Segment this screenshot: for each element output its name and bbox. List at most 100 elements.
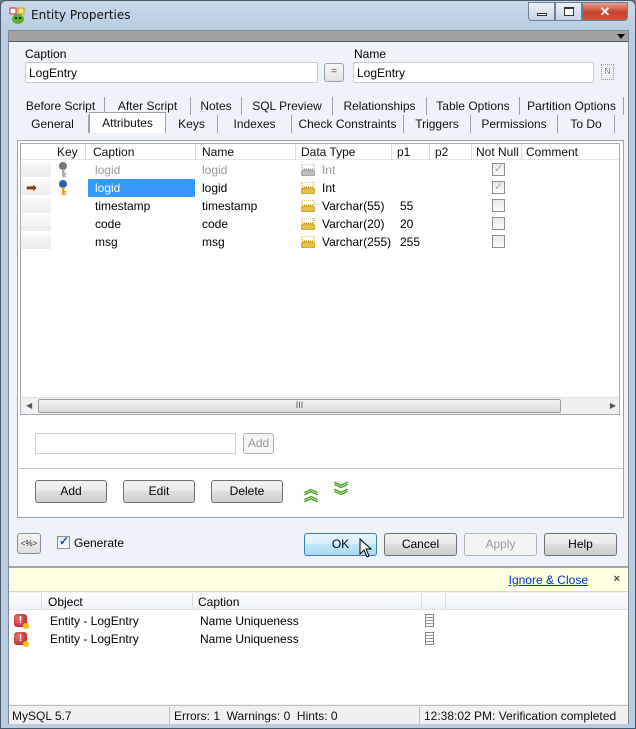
maximize-button[interactable] <box>555 2 582 21</box>
quick-add-input[interactable] <box>35 433 236 454</box>
minimize-button[interactable] <box>528 2 555 21</box>
column-header-not-null[interactable]: Not Null <box>476 145 519 159</box>
move-up-icon[interactable]: ︽ ︽ <box>304 482 318 503</box>
attribute-p1-cell[interactable]: 20 <box>400 217 413 231</box>
attribute-row[interactable]: timestamp timestamp Varchar(55) 55 <box>21 197 619 215</box>
dropdown-arrow-icon[interactable] <box>617 34 625 39</box>
attribute-name-cell[interactable]: logid <box>202 181 227 195</box>
help-button[interactable]: Help <box>544 533 617 556</box>
details-document-icon[interactable] <box>425 632 434 645</box>
attribute-row[interactable]: logid logid Int <box>21 161 619 179</box>
column-header-caption[interactable]: Caption <box>198 595 239 609</box>
tab-partition-options[interactable]: Partition Options <box>520 97 624 115</box>
edit-attribute-button[interactable]: Edit <box>123 480 195 503</box>
attribute-name-cell[interactable]: msg <box>202 235 225 249</box>
attribute-caption-cell[interactable]: code <box>95 217 121 231</box>
details-document-icon[interactable] <box>425 614 434 627</box>
column-header-key[interactable]: Key <box>57 145 78 159</box>
status-divider <box>169 707 170 724</box>
row-header[interactable] <box>21 233 51 250</box>
tab-general[interactable]: General <box>17 115 89 133</box>
scroll-right-icon[interactable]: ▶ <box>610 401 616 410</box>
message-object: Entity - LogEntry <box>50 614 139 628</box>
generate-checkbox[interactable] <box>57 534 70 549</box>
tab-indexes[interactable]: Indexes <box>218 115 292 133</box>
attribute-row[interactable]: msg msg Varchar(255) 255 <box>21 233 619 251</box>
tab-check-constraints[interactable]: Check Constraints <box>292 115 404 133</box>
ignore-close-link[interactable]: Ignore & Close <box>509 573 588 587</box>
attribute-data-type-cell[interactable]: Int <box>322 181 335 195</box>
move-down-icon[interactable]: ︾ ︾ <box>334 482 348 503</box>
attribute-name-cell[interactable]: logid <box>202 163 227 177</box>
tab-notes[interactable]: Notes <box>191 97 242 115</box>
attributes-panel: Key Caption Name Data Type p1 p2 Not Nul… <box>17 140 624 518</box>
tab-relationships[interactable]: Relationships <box>333 97 427 115</box>
attribute-caption-cell[interactable]: logid <box>95 163 120 177</box>
code-templates-button[interactable]: <%> <box>17 533 41 554</box>
message-row[interactable]: ! Entity - LogEntry Name Uniqueness <box>9 630 628 648</box>
column-header-object[interactable]: Object <box>48 595 83 609</box>
caption-input[interactable]: LogEntry <box>25 62 318 83</box>
close-icon: ✕ <box>599 3 611 19</box>
tab-attributes[interactable]: Attributes <box>89 112 166 133</box>
tab-sql-preview[interactable]: SQL Preview <box>242 97 333 115</box>
tab-keys[interactable]: Keys <box>166 115 218 133</box>
attribute-data-type-cell[interactable]: Varchar(255) <box>322 235 391 249</box>
row-header[interactable] <box>21 161 51 178</box>
infobar-close-icon[interactable]: × <box>614 573 620 585</box>
not-null-checkbox[interactable] <box>492 199 505 212</box>
column-header-comment[interactable]: Comment <box>526 145 578 159</box>
name-input[interactable]: LogEntry <box>353 62 594 83</box>
column-divider <box>192 593 193 610</box>
divider <box>18 468 623 469</box>
scrollbar-thumb[interactable]: III <box>38 399 561 413</box>
column-header-caption[interactable]: Caption <box>93 145 134 159</box>
tab-permissions[interactable]: Permissions <box>471 115 558 133</box>
cancel-button[interactable]: Cancel <box>384 533 457 556</box>
horizontal-scrollbar[interactable]: ◀ III ▶ <box>21 397 619 414</box>
collapsible-header-bar[interactable] <box>9 31 628 42</box>
data-type-icon <box>301 182 315 194</box>
scroll-left-icon[interactable]: ◀ <box>26 401 32 410</box>
attribute-name-cell[interactable]: timestamp <box>202 199 257 213</box>
maximize-icon <box>563 7 574 16</box>
status-bar: MySQL 5.7 Errors: 1 Warnings: 0 Hints: 0… <box>9 705 628 724</box>
tab-triggers[interactable]: Triggers <box>404 115 471 133</box>
messages-header: Object Caption <box>9 593 628 610</box>
apply-button[interactable]: Apply <box>464 533 537 556</box>
naming-convention-button[interactable]: N <box>601 64 614 80</box>
message-row[interactable]: ! Entity - LogEntry Name Uniqueness <box>9 612 628 630</box>
column-divider <box>521 144 522 160</box>
column-header-name[interactable]: Name <box>202 145 234 159</box>
close-button[interactable]: ✕ <box>582 2 628 21</box>
attribute-data-type-cell[interactable]: Varchar(20) <box>322 217 384 231</box>
tab-table-options[interactable]: Table Options <box>427 97 520 115</box>
not-null-checkbox[interactable] <box>492 217 505 230</box>
tab-to-do[interactable]: To Do <box>558 115 615 133</box>
column-header-data-type[interactable]: Data Type <box>301 145 355 159</box>
message-caption: Name Uniqueness <box>200 614 299 628</box>
not-null-checkbox[interactable] <box>492 235 505 248</box>
row-header[interactable] <box>21 197 51 214</box>
attribute-caption-cell[interactable]: msg <box>95 235 118 249</box>
quick-add-button[interactable]: Add <box>243 433 274 454</box>
sync-caption-name-button[interactable]: = <box>324 63 344 82</box>
attribute-data-type-cell[interactable]: Varchar(55) <box>322 199 384 213</box>
attribute-p1-cell[interactable]: 255 <box>400 235 420 249</box>
attribute-caption-cell[interactable]: logid <box>88 179 195 197</box>
attribute-name-cell[interactable]: code <box>202 217 228 231</box>
attribute-row[interactable]: code code Varchar(20) 20 <box>21 215 619 233</box>
attribute-caption-cell[interactable]: timestamp <box>95 199 150 213</box>
not-null-checkbox[interactable] <box>492 180 505 194</box>
status-counts: Errors: 1 Warnings: 0 Hints: 0 <box>174 709 338 723</box>
column-header-p2[interactable]: p2 <box>435 145 448 159</box>
not-null-checkbox[interactable] <box>492 162 505 176</box>
title-bar[interactable]: Entity Properties ✕ <box>1 1 635 30</box>
attribute-p1-cell[interactable]: 55 <box>400 199 413 213</box>
row-header[interactable] <box>21 215 51 232</box>
attribute-row[interactable]: ➡ logid logid Int <box>21 179 619 197</box>
column-header-p1[interactable]: p1 <box>397 145 410 159</box>
attribute-data-type-cell[interactable]: Int <box>322 163 335 177</box>
add-attribute-button[interactable]: Add <box>35 480 107 503</box>
delete-attribute-button[interactable]: Delete <box>211 480 283 503</box>
